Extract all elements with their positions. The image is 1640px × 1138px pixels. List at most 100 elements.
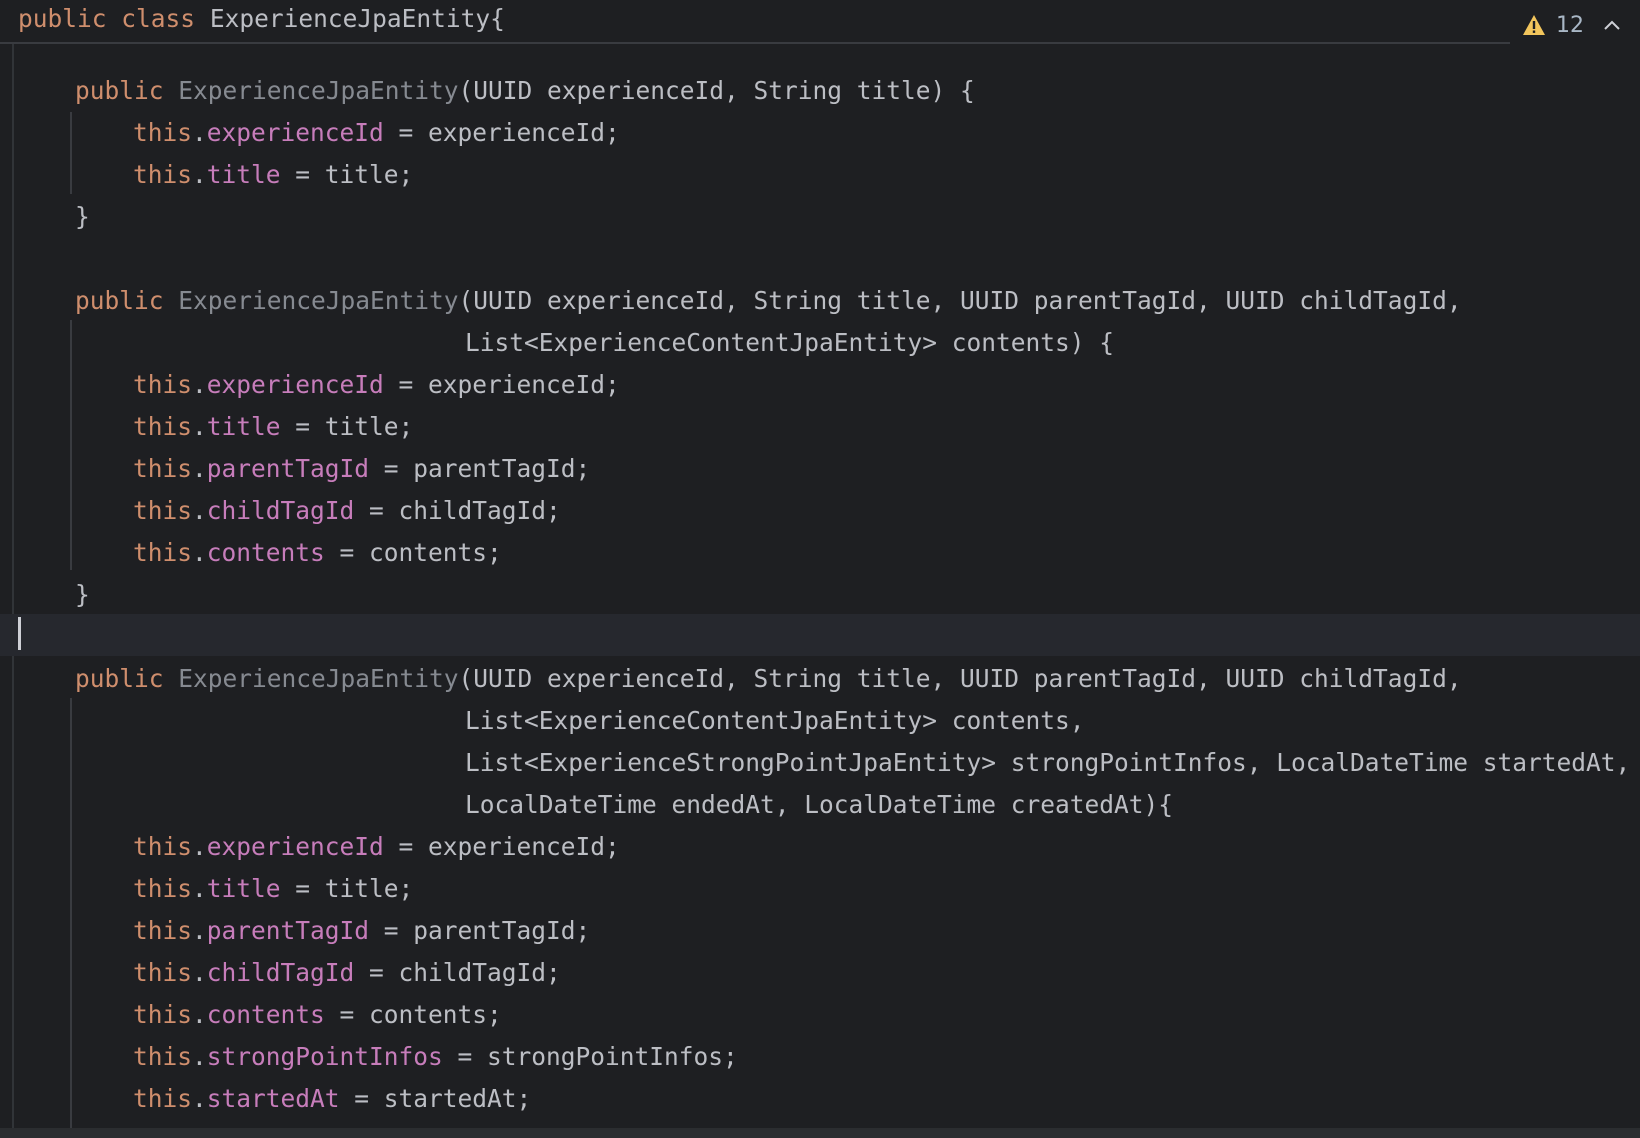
class-name: ExperienceJpaEntity{ — [209, 4, 505, 33]
code-editor[interactable]: public class ExperienceJpaEntity{ 12 pub… — [0, 0, 1640, 1138]
code-line[interactable]: public ExperienceJpaEntity(UUID experien… — [0, 280, 1640, 322]
text-caret — [18, 617, 21, 650]
code-text: = startedAt; — [339, 1084, 532, 1113]
code-line[interactable]: this.childTagId = childTagId; — [0, 952, 1640, 994]
code-text: . — [192, 832, 207, 861]
code-text: . — [192, 874, 207, 903]
keyword: this — [133, 1000, 193, 1029]
field-reference: contents — [206, 1000, 325, 1029]
keyword: public — [75, 664, 164, 693]
code-text: = experienceId; — [383, 370, 620, 399]
code-line[interactable]: this.experienceId = experienceId; — [0, 364, 1640, 406]
code-text: } — [75, 580, 90, 609]
field-reference: experienceId — [206, 370, 384, 399]
field-reference: experienceId — [206, 832, 384, 861]
keyword: this — [133, 538, 193, 567]
field-reference: title — [206, 874, 281, 903]
code-line[interactable]: this.contents = contents; — [0, 532, 1640, 574]
field-reference: parentTagId — [206, 454, 370, 483]
warning-icon — [1523, 15, 1545, 35]
keyword: this — [133, 916, 193, 945]
code-line[interactable]: this.contents = contents; — [0, 994, 1640, 1036]
field-reference: childTagId — [206, 496, 355, 525]
code-line[interactable]: this.title = title; — [0, 406, 1640, 448]
code-text: List<ExperienceStrongPointJpaEntity> str… — [465, 748, 1631, 777]
field-reference: startedAt — [206, 1084, 340, 1113]
field-reference: childTagId — [206, 958, 355, 987]
constructor-name: ExperienceJpaEntity — [178, 286, 459, 315]
keyword: this — [133, 412, 193, 441]
code-line[interactable]: List<ExperienceContentJpaEntity> content… — [0, 322, 1640, 364]
code-line[interactable]: List<ExperienceStrongPointJpaEntity> str… — [0, 742, 1640, 784]
keyword: class — [121, 4, 196, 33]
code-text: (UUID experienceId, String title, UUID p… — [458, 664, 1462, 693]
keyword: this — [133, 1042, 193, 1071]
code-text: = childTagId; — [354, 496, 561, 525]
code-line[interactable]: List<ExperienceContentJpaEntity> content… — [0, 700, 1640, 742]
code-text: . — [192, 1042, 207, 1071]
code-text: . — [192, 1000, 207, 1029]
code-text: } — [75, 202, 90, 231]
field-reference: title — [206, 160, 281, 189]
sticky-line: public class ExperienceJpaEntity{ — [18, 4, 505, 33]
code-line[interactable]: this.startedAt = startedAt; — [0, 1078, 1640, 1120]
code-text: = title; — [280, 160, 414, 189]
code-line[interactable]: this.parentTagId = parentTagId; — [0, 910, 1640, 952]
current-line-highlight — [0, 614, 1640, 656]
constructor-name: ExperienceJpaEntity — [178, 76, 459, 105]
code-line[interactable]: this.parentTagId = parentTagId; — [0, 448, 1640, 490]
code-line[interactable]: this.title = title; — [0, 154, 1640, 196]
code-line[interactable]: this.strongPointInfos = strongPointInfos… — [0, 1036, 1640, 1078]
code-line[interactable]: this.experienceId = experienceId; — [0, 112, 1640, 154]
keyword: public — [75, 286, 164, 315]
code-line[interactable]: LocalDateTime endedAt, LocalDateTime cre… — [0, 784, 1640, 826]
code-text: = experienceId; — [383, 118, 620, 147]
code-text: List<ExperienceContentJpaEntity> content… — [465, 328, 1115, 357]
code-text: List<ExperienceContentJpaEntity> content… — [465, 706, 1085, 735]
inspection-widget[interactable]: 12 — [1522, 8, 1622, 42]
keyword: this — [133, 496, 193, 525]
code-text: = parentTagId; — [369, 916, 591, 945]
code-text: = title; — [280, 412, 414, 441]
keyword: public — [18, 4, 107, 33]
code-line[interactable]: public ExperienceJpaEntity(UUID experien… — [0, 658, 1640, 700]
keyword: this — [133, 118, 193, 147]
code-text: . — [192, 496, 207, 525]
code-text: . — [192, 1084, 207, 1113]
keyword: this — [133, 874, 193, 903]
field-reference: title — [206, 412, 281, 441]
keyword: this — [133, 454, 193, 483]
horizontal-scrollbar[interactable] — [0, 1128, 1640, 1138]
code-text: . — [192, 118, 207, 147]
code-text: . — [192, 958, 207, 987]
field-reference: experienceId — [206, 118, 384, 147]
field-reference: strongPointInfos — [206, 1042, 443, 1071]
warning-count: 12 — [1556, 12, 1584, 38]
code-line[interactable]: this.childTagId = childTagId; — [0, 490, 1640, 532]
chevron-up-icon[interactable] — [1602, 18, 1622, 32]
code-text: (UUID experienceId, String title) { — [458, 76, 975, 105]
code-text: = experienceId; — [383, 832, 620, 861]
code-line[interactable]: this.title = title; — [0, 868, 1640, 910]
code-text: LocalDateTime endedAt, LocalDateTime cre… — [465, 790, 1174, 819]
code-line[interactable]: this.experienceId = experienceId; — [0, 826, 1640, 868]
code-text: = childTagId; — [354, 958, 561, 987]
keyword: this — [133, 160, 193, 189]
field-reference: contents — [206, 538, 325, 567]
code-text: = strongPointInfos; — [442, 1042, 738, 1071]
code-text: . — [192, 412, 207, 441]
field-reference: parentTagId — [206, 916, 370, 945]
keyword: this — [133, 832, 193, 861]
code-text: = contents; — [324, 1000, 502, 1029]
constructor-name: ExperienceJpaEntity — [178, 664, 459, 693]
code-line[interactable]: } — [0, 574, 1640, 616]
sticky-class-header[interactable]: public class ExperienceJpaEntity{ — [0, 0, 1510, 44]
code-text: . — [192, 370, 207, 399]
keyword: this — [133, 1084, 193, 1113]
keyword: this — [133, 958, 193, 987]
code-text: . — [192, 916, 207, 945]
code-text: = contents; — [324, 538, 502, 567]
code-line[interactable]: public ExperienceJpaEntity(UUID experien… — [0, 70, 1640, 112]
code-line[interactable]: } — [0, 196, 1640, 238]
keyword: this — [133, 370, 193, 399]
